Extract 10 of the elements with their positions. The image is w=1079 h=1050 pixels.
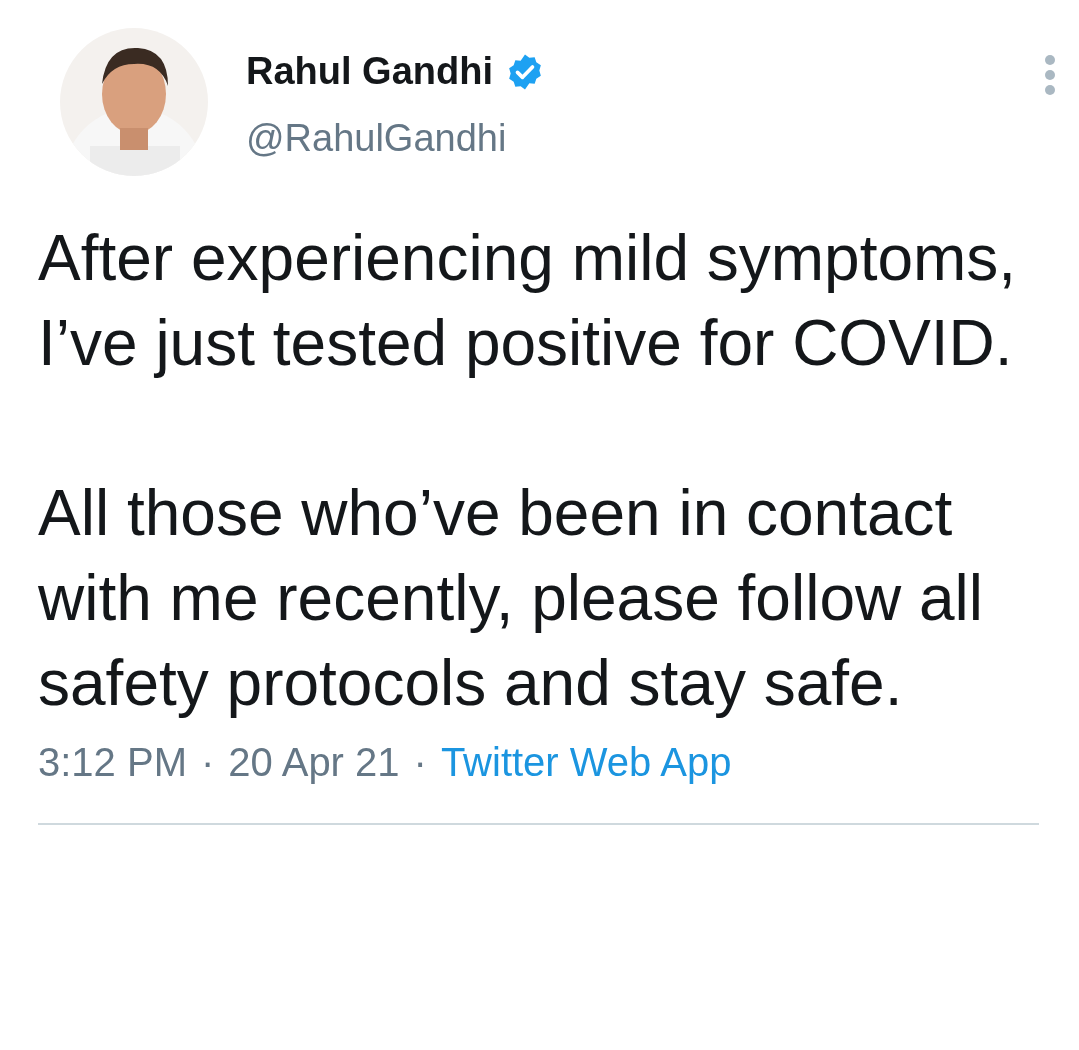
tweet-text: After experiencing mild symptoms, I’ve just tested positive for COVID. — [38, 221, 1018, 381]
tweet-time: 3:12 PM — [38, 740, 187, 785]
tweet-date: 20 Apr 21 — [228, 740, 400, 785]
separator-dot: · — [413, 740, 427, 785]
user-handle[interactable]: @RahulGandhi — [246, 117, 507, 160]
user-name[interactable]: Rahul Gandhi — [246, 50, 493, 93]
more-options-icon[interactable] — [1043, 54, 1057, 96]
tweet-text: All those who’ve been in contact with me recently, please follow all safety protocols and stay safe. — [38, 476, 984, 721]
source-link[interactable]: Twitter Web App — [440, 740, 732, 785]
separator-dot: · — [200, 740, 215, 785]
